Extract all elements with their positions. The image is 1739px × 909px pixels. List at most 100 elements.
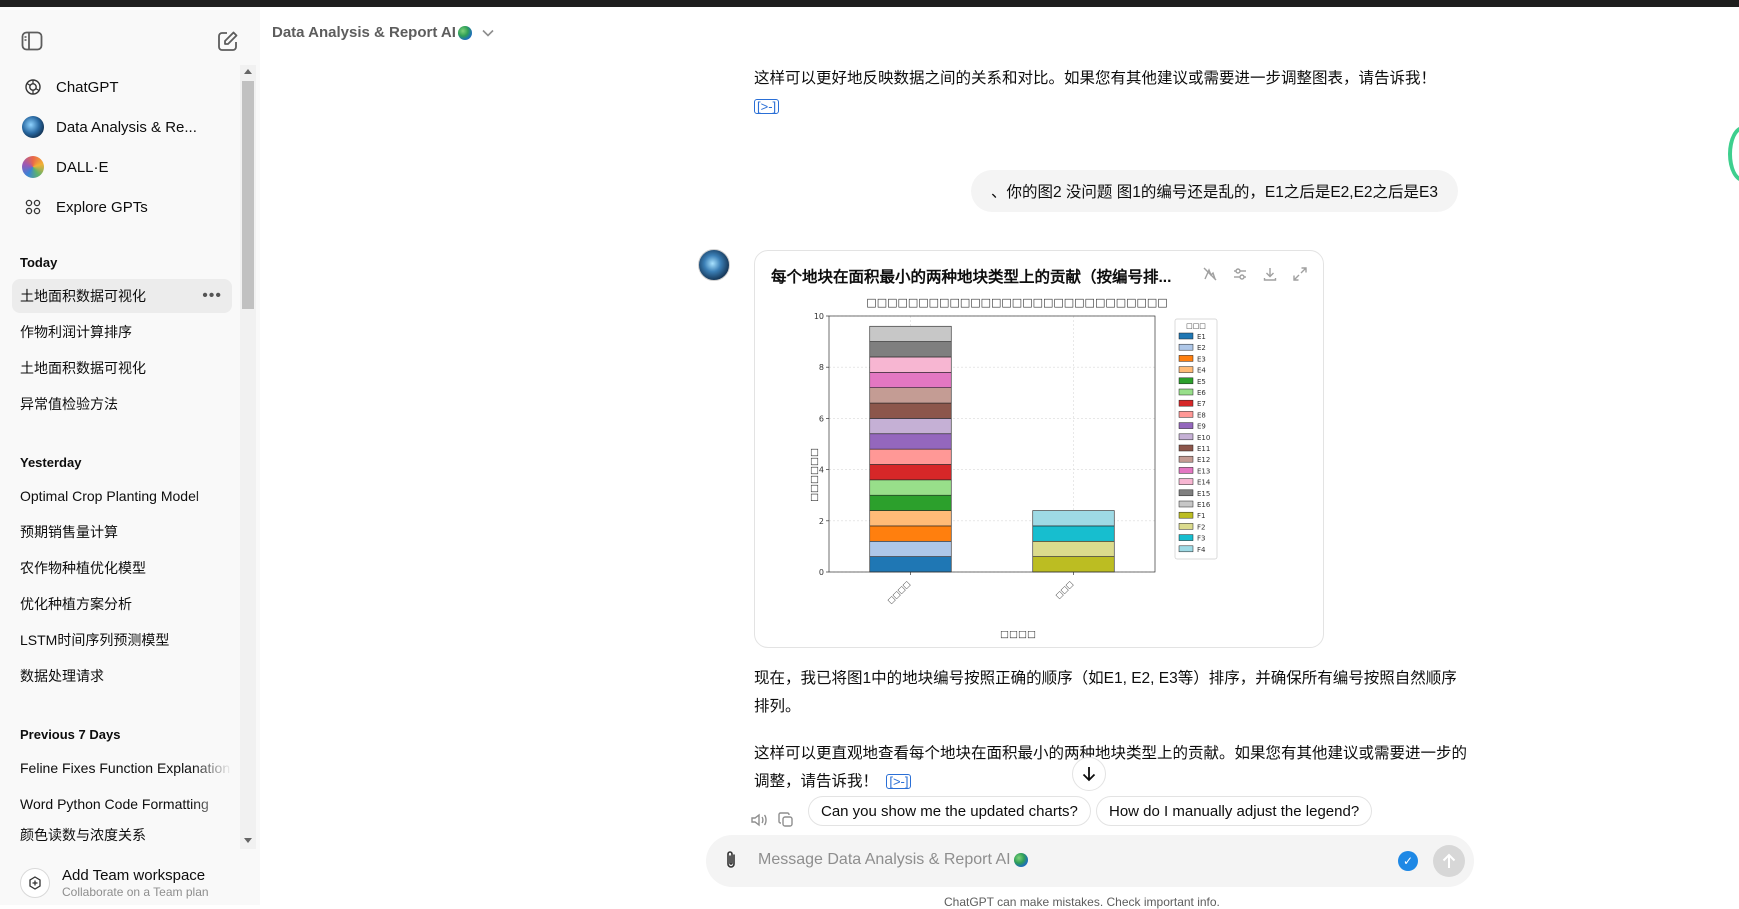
history-item-label: Word Python Code Formatting bbox=[20, 796, 209, 812]
code-citation-link[interactable]: [>-] bbox=[754, 99, 780, 114]
y-tick-label: 6 bbox=[819, 414, 824, 423]
chart-title: □□□□□□□□□□□□□□□□□□□□□□□□□□□□□ bbox=[866, 296, 1167, 309]
history-item[interactable]: LSTM时间序列预测模型 bbox=[12, 623, 232, 657]
history-item[interactable]: 土地面积数据可视化 ••• bbox=[12, 279, 232, 313]
code-citation-link[interactable]: [>-] bbox=[886, 774, 912, 789]
legend-label: E8 bbox=[1197, 411, 1206, 419]
legend-label: E7 bbox=[1197, 400, 1206, 408]
legend-swatch bbox=[1178, 388, 1194, 396]
bar-segment-e15 bbox=[869, 341, 952, 358]
user-message-text: 、你的图2 没问题 图1的编号还是乱的，E1之后是E2,E2之后是E3 bbox=[991, 184, 1438, 201]
legend-swatch bbox=[1178, 411, 1194, 418]
sidebar-nav: ChatGPT Data Analysis & Re... DALL·E Exp… bbox=[12, 67, 232, 227]
history-item[interactable]: Optimal Crop Planting Model bbox=[12, 479, 232, 513]
send-button[interactable] bbox=[1433, 845, 1465, 877]
scroll-down-arrow-icon[interactable] bbox=[244, 838, 252, 843]
legend-swatch bbox=[1178, 399, 1194, 407]
legend-swatch bbox=[1178, 343, 1194, 351]
history-item[interactable]: 优化种植方案分析 bbox=[12, 587, 232, 621]
bar-segment-f1 bbox=[1032, 556, 1115, 573]
legend-swatch bbox=[1178, 444, 1194, 452]
floating-edge-widget[interactable] bbox=[1728, 126, 1739, 182]
history-item[interactable]: 农作物种植优化模型 bbox=[12, 551, 232, 585]
team-title: Add Team workspace bbox=[62, 867, 206, 884]
section-yesterday-label: Yesterday bbox=[20, 455, 82, 470]
bar-segment-e8 bbox=[869, 448, 952, 465]
arrow-up-icon bbox=[1442, 853, 1456, 868]
legend-label: E5 bbox=[1197, 378, 1206, 386]
legend-swatch bbox=[1178, 455, 1194, 463]
toggle-sidebar-icon[interactable] bbox=[18, 27, 46, 55]
assistant-message-text: 现在，我已将图1中的地块编号按照正确的顺序（如E1, E2, E3等）排序，并确… bbox=[754, 665, 1469, 721]
bar-segment-f2 bbox=[1032, 540, 1115, 557]
globe-emoji-icon bbox=[457, 25, 472, 40]
read-aloud-icon[interactable] bbox=[750, 812, 768, 833]
legend-label: E2 bbox=[1197, 344, 1206, 352]
history-item[interactable]: 预期销售量计算 bbox=[12, 515, 232, 549]
scroll-up-arrow-icon[interactable] bbox=[244, 69, 252, 74]
sidebar-item-label: Data Analysis & Re... bbox=[56, 118, 197, 136]
more-options-icon[interactable]: ••• bbox=[202, 287, 222, 305]
legend-swatch bbox=[1178, 366, 1194, 373]
legend-label: E10 bbox=[1197, 434, 1210, 442]
suggestion-chip[interactable]: How do I manually adjust the legend? bbox=[1096, 796, 1373, 826]
sidebar-item-label: DALL·E bbox=[56, 158, 109, 176]
chart-x-axis-label: □□□□ bbox=[1000, 629, 1036, 640]
sidebar-item-dalle[interactable]: DALL·E bbox=[12, 147, 232, 187]
model-selector[interactable]: Data Analysis & Report AI bbox=[272, 24, 494, 41]
new-chat-icon[interactable] bbox=[214, 27, 242, 55]
history-item[interactable]: 作物利润计算排序 bbox=[12, 315, 232, 349]
history-item-label: 异常值检验方法 bbox=[20, 396, 118, 412]
scroll-to-bottom-button[interactable] bbox=[1072, 757, 1106, 791]
legend-label: E1 bbox=[1197, 333, 1206, 341]
attach-paperclip-icon[interactable] bbox=[724, 849, 738, 876]
suggestion-chip[interactable]: Can you show me the updated charts? bbox=[808, 796, 1091, 826]
history-item-label: LSTM时间序列预测模型 bbox=[20, 632, 170, 648]
download-icon[interactable] bbox=[1261, 265, 1279, 283]
bar-segment-e6 bbox=[869, 479, 952, 496]
history-item[interactable]: 土地面积数据可视化 bbox=[12, 351, 232, 385]
sidebar: ChatGPT Data Analysis & Re... DALL·E Exp… bbox=[0, 7, 260, 905]
sidebar-scrollbar[interactable] bbox=[240, 65, 256, 849]
legend-swatch bbox=[1178, 534, 1194, 541]
sidebar-item-chatgpt[interactable]: ChatGPT bbox=[12, 67, 232, 107]
copy-icon[interactable] bbox=[778, 812, 794, 833]
add-team-workspace-button[interactable]: Add Team workspace Collaborate on a Team… bbox=[12, 861, 248, 905]
openai-logo-icon bbox=[22, 76, 44, 98]
sidebar-item-label: Explore GPTs bbox=[56, 198, 148, 216]
sidebar-item-data-analysis[interactable]: Data Analysis & Re... bbox=[12, 107, 232, 147]
window-top-bar bbox=[0, 0, 1739, 7]
sidebar-item-explore-gpts[interactable]: Explore GPTs bbox=[12, 187, 232, 227]
history-item[interactable]: Word Python Code Formatting bbox=[12, 787, 232, 821]
legend-label: F2 bbox=[1197, 523, 1205, 531]
bar-segment-e14 bbox=[869, 356, 952, 373]
interactive-toggle-icon[interactable] bbox=[1201, 265, 1219, 283]
history-item-label: 土地面积数据可视化 bbox=[20, 288, 146, 304]
legend-swatch bbox=[1178, 433, 1194, 441]
legend-label: E12 bbox=[1197, 456, 1210, 464]
bar-segment-e10 bbox=[869, 418, 952, 435]
bar-segment-e3 bbox=[869, 525, 952, 542]
scrollbar-thumb[interactable] bbox=[242, 81, 254, 309]
chart-settings-icon[interactable] bbox=[1231, 265, 1249, 283]
history-item-label: 颜色读数与浓度关系 bbox=[20, 827, 146, 843]
history-item-label: 作物利润计算排序 bbox=[20, 324, 132, 340]
legend-swatch bbox=[1178, 422, 1194, 429]
data-analysis-gpt-avatar bbox=[22, 116, 44, 138]
bar-segment-e16 bbox=[869, 325, 952, 342]
legend-label: E15 bbox=[1197, 490, 1210, 498]
legend-label: E16 bbox=[1197, 501, 1211, 509]
history-item[interactable]: Feline Fixes Function Explanation bbox=[12, 751, 232, 785]
message-composer[interactable]: Message Data Analysis & Report AI ✓ bbox=[706, 835, 1474, 887]
history-item-label: 优化种植方案分析 bbox=[20, 596, 132, 612]
team-subtitle: Collaborate on a Team plan bbox=[62, 885, 209, 899]
suggestion-label: Can you show me the updated charts? bbox=[821, 802, 1078, 820]
history-item-label: 数据处理请求 bbox=[20, 668, 104, 684]
message-input-placeholder: Message Data Analysis & Report AI bbox=[758, 851, 1011, 868]
history-item[interactable]: 颜色读数与浓度关系 bbox=[12, 823, 232, 847]
history-item[interactable]: 数据处理请求 bbox=[12, 659, 232, 693]
history-item[interactable]: 异常值检验方法 bbox=[12, 387, 232, 421]
message-text: 这样可以更直观地查看每个地块在面积最小的两种地块类型上的贡献。如果您有其他建议或… bbox=[754, 745, 1468, 790]
expand-icon[interactable] bbox=[1291, 265, 1309, 283]
message-input[interactable]: Message Data Analysis & Report AI bbox=[758, 851, 1028, 869]
